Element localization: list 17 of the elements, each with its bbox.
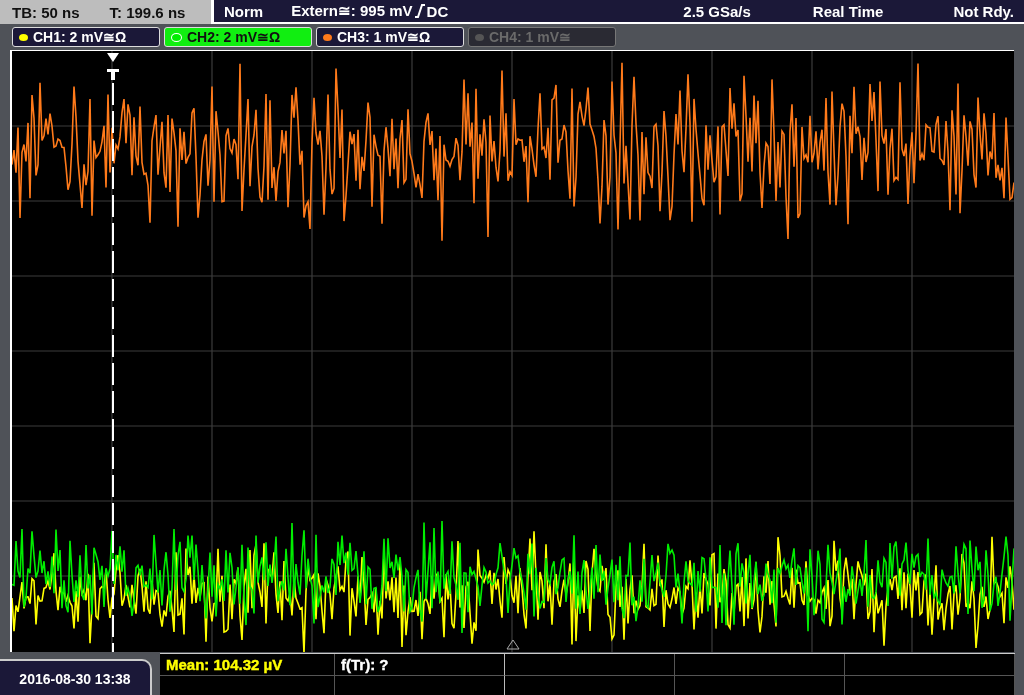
measurement-result: Mean: 104.32 µV — [166, 655, 283, 673]
trigger-source: Extern≅: 995 mV — [291, 2, 413, 20]
channel-button[interactable]: CH2: 2 mV≅Ω — [164, 27, 312, 47]
channel-button[interactable]: CH1: 2 mV≅Ω — [12, 27, 160, 47]
acquisition-mode: Real Time — [812, 2, 884, 20]
measurement-result: f(Tr): ? — [341, 655, 389, 673]
date-time: 2016-08-30 13:38 — [0, 659, 152, 695]
position-marker-icon — [506, 639, 520, 650]
trigger-time: T: 199.6 ns — [109, 3, 186, 21]
status-text: Not Rdy. — [953, 2, 1014, 20]
trigger-marker-icon — [107, 53, 119, 80]
trigger-mode: Norm — [224, 2, 264, 20]
rising-edge-icon — [413, 3, 426, 19]
channel-button[interactable]: CH3: 1 mV≅Ω — [316, 27, 464, 47]
timebase-scale: TB: 50 ns — [12, 3, 80, 21]
sample-rate: 2.5 GSa/s — [683, 2, 751, 20]
trigger-coupling: DC — [426, 2, 449, 20]
